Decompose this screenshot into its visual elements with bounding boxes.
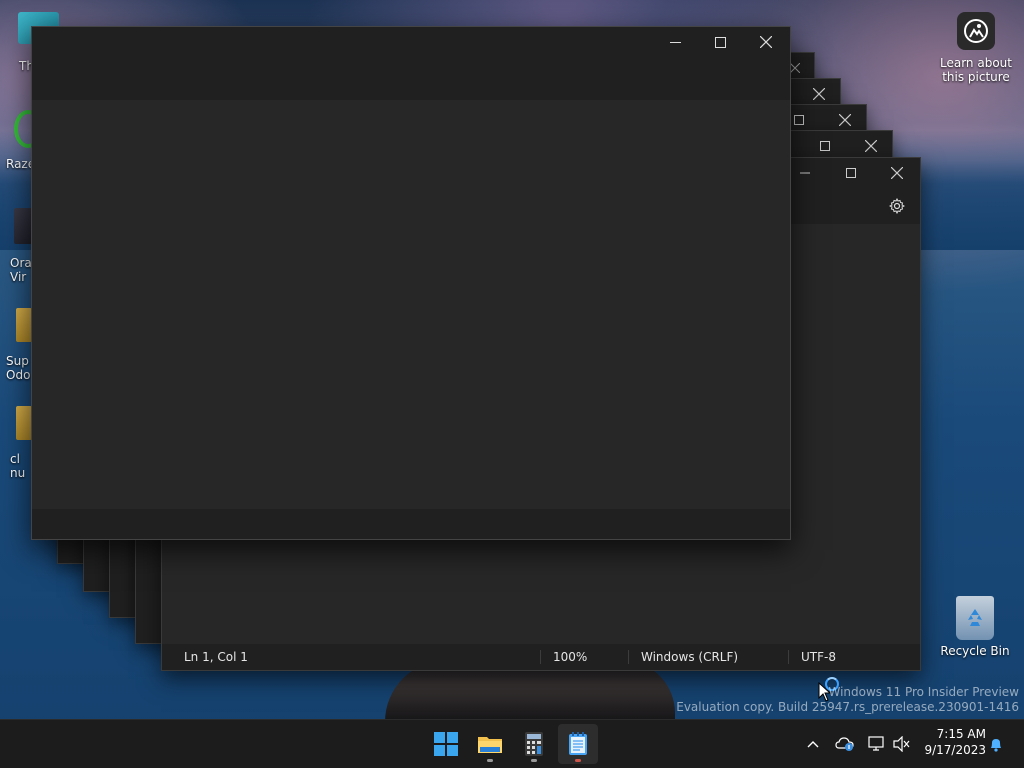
minimize-icon[interactable]	[790, 159, 820, 187]
notepad-icon	[569, 732, 587, 755]
status-separator	[540, 650, 541, 664]
file-explorer-button[interactable]	[470, 724, 510, 764]
volume-muted-icon[interactable]	[892, 734, 912, 754]
folder-icon[interactable]	[16, 406, 32, 440]
watermark-line-1: Windows 11 Pro Insider Preview	[828, 685, 1019, 699]
maximize-icon[interactable]	[705, 28, 735, 56]
close-icon[interactable]	[856, 132, 886, 160]
status-separator	[788, 650, 789, 664]
maximize-icon[interactable]	[836, 159, 866, 187]
desktop-icon-label: Ora Vir	[10, 256, 32, 284]
notepad-status-bar: Ln 1, Col 1 100% Windows (CRLF) UTF-8	[162, 644, 920, 670]
folder-icon	[478, 737, 502, 753]
learn-about-picture-shortcut[interactable]: Learn about this picture	[939, 12, 1013, 84]
status-encoding: UTF-8	[801, 650, 836, 664]
start-button[interactable]	[426, 724, 466, 764]
maximize-icon[interactable]	[810, 132, 840, 160]
status-line-ending: Windows (CRLF)	[641, 650, 739, 664]
onedrive-icon[interactable]	[835, 734, 855, 754]
taskbar: 7:15 AM 9/17/2023	[0, 719, 1024, 768]
windows-watermark: Windows 11 Pro Insider Preview Evaluatio…	[676, 685, 1019, 715]
notepad-taskbar-button[interactable]	[558, 724, 598, 764]
front-window[interactable]	[31, 26, 791, 540]
front-window-titlebar[interactable]	[32, 27, 790, 100]
close-icon[interactable]	[751, 28, 781, 56]
chevron-up-icon[interactable]	[803, 734, 823, 754]
running-indicator	[487, 759, 493, 762]
desktop-icon-label: cl nu	[10, 452, 26, 480]
minimize-icon[interactable]	[660, 28, 690, 56]
taskbar-clock[interactable]: 7:15 AM 9/17/2023	[924, 726, 986, 758]
calculator-button[interactable]	[514, 724, 554, 764]
camera-pin-icon	[957, 12, 995, 50]
calculator-icon	[525, 732, 543, 756]
status-zoom[interactable]: 100%	[553, 650, 587, 664]
network-icon[interactable]	[867, 734, 887, 754]
recycle-bin-icon	[956, 596, 994, 640]
front-window-content[interactable]	[32, 100, 790, 509]
running-indicator	[531, 759, 537, 762]
clock-time: 7:15 AM	[936, 727, 986, 741]
desktop-icon-label: Sup Odo	[6, 354, 31, 382]
gear-icon[interactable]	[882, 192, 912, 220]
folder-icon[interactable]	[16, 308, 32, 342]
bell-icon[interactable]	[986, 734, 1006, 754]
active-indicator	[575, 759, 581, 762]
windows-logo-icon	[434, 732, 458, 756]
learn-picture-label: Learn about this picture	[940, 56, 1012, 84]
close-icon[interactable]	[882, 159, 912, 187]
recycle-bin-shortcut[interactable]: Recycle Bin	[937, 596, 1013, 658]
watermark-line-2: Evaluation copy. Build 25947.rs_prerelea…	[676, 700, 1019, 714]
status-separator	[628, 650, 629, 664]
status-cursor-position: Ln 1, Col 1	[184, 650, 248, 664]
clock-date: 9/17/2023	[924, 743, 986, 757]
virtualbox-icon[interactable]	[14, 208, 32, 244]
front-window-statusbar	[32, 509, 790, 539]
recycle-bin-label: Recycle Bin	[940, 644, 1010, 658]
